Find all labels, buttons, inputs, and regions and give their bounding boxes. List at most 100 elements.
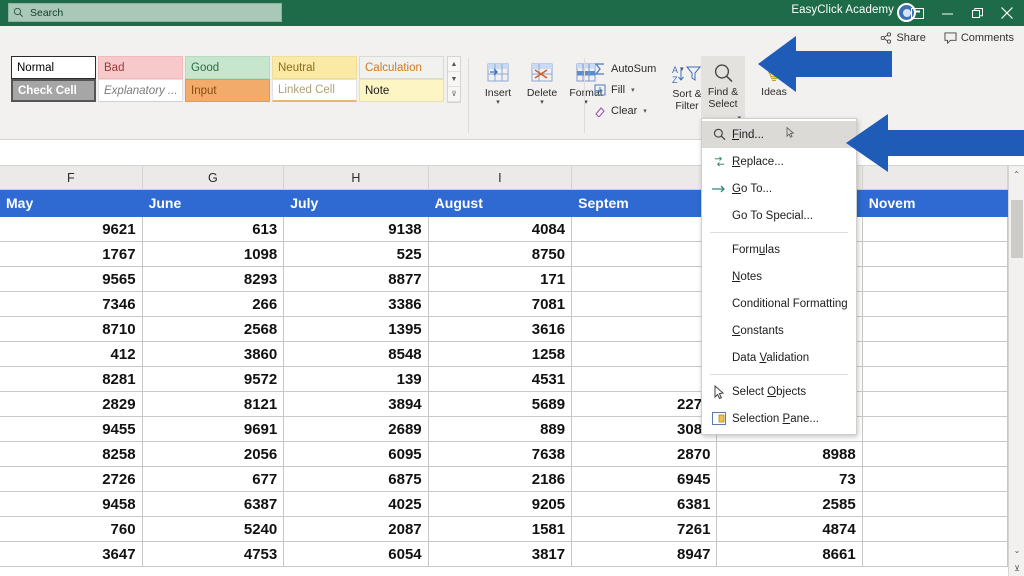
data-cell[interactable]: 2689 [284, 417, 429, 442]
data-cell[interactable]: 9455 [0, 417, 143, 442]
restore-button[interactable] [962, 0, 992, 26]
data-cell[interactable]: 3860 [142, 342, 285, 367]
delete-cells-button[interactable]: Delete ▾ [520, 56, 564, 106]
minimize-button[interactable] [932, 0, 962, 26]
data-cell[interactable]: 8121 [142, 392, 285, 417]
style-good[interactable]: Good [185, 56, 270, 79]
data-cell[interactable]: 7261 [572, 517, 718, 542]
data-cell[interactable]: 889 [428, 417, 573, 442]
gallery-scroll-up-button[interactable]: ▲ [448, 57, 460, 72]
data-cell[interactable]: 139 [284, 367, 429, 392]
month-header-cell[interactable]: July [284, 190, 429, 217]
menu-item-replace[interactable]: Replace... [702, 148, 856, 175]
data-cell[interactable]: 8548 [284, 342, 429, 367]
data-cell[interactable] [862, 417, 1009, 442]
data-cell[interactable] [862, 292, 1009, 317]
data-cell[interactable]: 3647 [0, 542, 143, 567]
data-cell[interactable]: 4874 [717, 517, 863, 542]
data-cell[interactable] [572, 292, 718, 317]
page-down-button[interactable]: ⊻ [1009, 560, 1024, 576]
column-header-I[interactable]: I [429, 166, 573, 190]
data-cell[interactable] [862, 317, 1009, 342]
column-header-H[interactable]: H [284, 166, 429, 190]
data-cell[interactable]: 3386 [284, 292, 429, 317]
data-cell[interactable]: 4084 [428, 217, 573, 242]
data-cell[interactable]: 6945 [572, 467, 718, 492]
month-header-cell[interactable]: August [428, 190, 573, 217]
data-cell[interactable]: 6381 [572, 492, 718, 517]
vertical-scrollbar[interactable]: ⌃ ⌄ ⊻ [1008, 166, 1024, 576]
data-cell[interactable]: 8293 [142, 267, 285, 292]
data-cell[interactable]: 8877 [284, 267, 429, 292]
data-cell[interactable]: 2186 [428, 467, 573, 492]
data-cell[interactable]: 1767 [0, 242, 143, 267]
data-cell[interactable] [862, 492, 1009, 517]
data-cell[interactable]: 171 [428, 267, 573, 292]
ribbon-display-options-button[interactable] [902, 0, 932, 26]
data-cell[interactable]: 7081 [428, 292, 573, 317]
data-cell[interactable]: 9138 [284, 217, 429, 242]
data-cell[interactable] [862, 467, 1009, 492]
data-cell[interactable]: 2585 [717, 492, 863, 517]
data-cell[interactable]: 1098 [142, 242, 285, 267]
data-cell[interactable]: 3894 [284, 392, 429, 417]
data-cell[interactable]: 1581 [428, 517, 573, 542]
account-name[interactable]: EasyClick Academy [791, 4, 894, 16]
data-cell[interactable] [572, 242, 718, 267]
data-cell[interactable]: 613 [142, 217, 285, 242]
data-cell[interactable] [572, 317, 718, 342]
data-cell[interactable]: 8258 [0, 442, 143, 467]
data-cell[interactable]: 9565 [0, 267, 143, 292]
data-cell[interactable]: 266 [142, 292, 285, 317]
style-linked-cell[interactable]: Linked Cell [272, 79, 357, 102]
data-cell[interactable]: 2277 [572, 392, 718, 417]
data-cell[interactable] [862, 517, 1009, 542]
data-cell[interactable]: 9205 [428, 492, 573, 517]
data-cell[interactable] [862, 242, 1009, 267]
month-header-cell[interactable]: June [142, 190, 285, 217]
style-note[interactable]: Note [359, 79, 444, 102]
search-input[interactable]: Search [8, 3, 282, 22]
close-button[interactable] [992, 0, 1022, 26]
scrollbar-thumb[interactable] [1011, 200, 1023, 258]
data-cell[interactable]: 8947 [572, 542, 718, 567]
data-cell[interactable]: 760 [0, 517, 143, 542]
data-cell[interactable]: 9572 [142, 367, 285, 392]
data-cell[interactable]: 4531 [428, 367, 573, 392]
menu-item-notes[interactable]: Notes [702, 263, 856, 290]
menu-item-formulas[interactable]: Formulas [702, 236, 856, 263]
style-bad[interactable]: Bad [98, 56, 183, 79]
data-cell[interactable]: 8988 [717, 442, 863, 467]
style-explanatory[interactable]: Explanatory ... [98, 79, 183, 102]
column-header-G[interactable]: G [143, 166, 285, 190]
clear-chevron-down-icon[interactable]: ▾ [643, 107, 647, 115]
data-cell[interactable] [862, 217, 1009, 242]
month-header-cell[interactable]: Septem [572, 190, 718, 217]
data-cell[interactable]: 73 [717, 467, 863, 492]
month-header-cell[interactable]: May [0, 190, 143, 217]
gallery-scroll-down-button[interactable]: ▼ [448, 72, 460, 87]
data-cell[interactable] [572, 342, 718, 367]
data-cell[interactable]: 6875 [284, 467, 429, 492]
menu-item-constants[interactable]: Constants [702, 317, 856, 344]
style-neutral[interactable]: Neutral [272, 56, 357, 79]
spreadsheet-grid[interactable]: FGHIK MayJuneJulyAugustSeptemrNovem96216… [0, 166, 1024, 576]
data-cell[interactable]: 3616 [428, 317, 573, 342]
data-cell[interactable]: 9458 [0, 492, 143, 517]
data-cell[interactable]: 525 [284, 242, 429, 267]
data-cell[interactable]: 8750 [428, 242, 573, 267]
data-cell[interactable]: 6054 [284, 542, 429, 567]
style-normal[interactable]: Normal [11, 56, 96, 79]
data-cell[interactable] [862, 542, 1009, 567]
style-check-cell[interactable]: Check Cell [11, 79, 96, 102]
data-cell[interactable]: 2568 [142, 317, 285, 342]
data-cell[interactable]: 3085 [572, 417, 718, 442]
insert-chevron-down-icon[interactable]: ▾ [496, 99, 500, 106]
data-cell[interactable]: 5689 [428, 392, 573, 417]
menu-item-go-to-special[interactable]: Go To Special... [702, 202, 856, 229]
data-cell[interactable]: 7346 [0, 292, 143, 317]
column-header-blank[interactable] [572, 166, 718, 190]
style-calculation[interactable]: Calculation [359, 56, 444, 79]
data-cell[interactable]: 3817 [428, 542, 573, 567]
data-cell[interactable]: 8710 [0, 317, 143, 342]
